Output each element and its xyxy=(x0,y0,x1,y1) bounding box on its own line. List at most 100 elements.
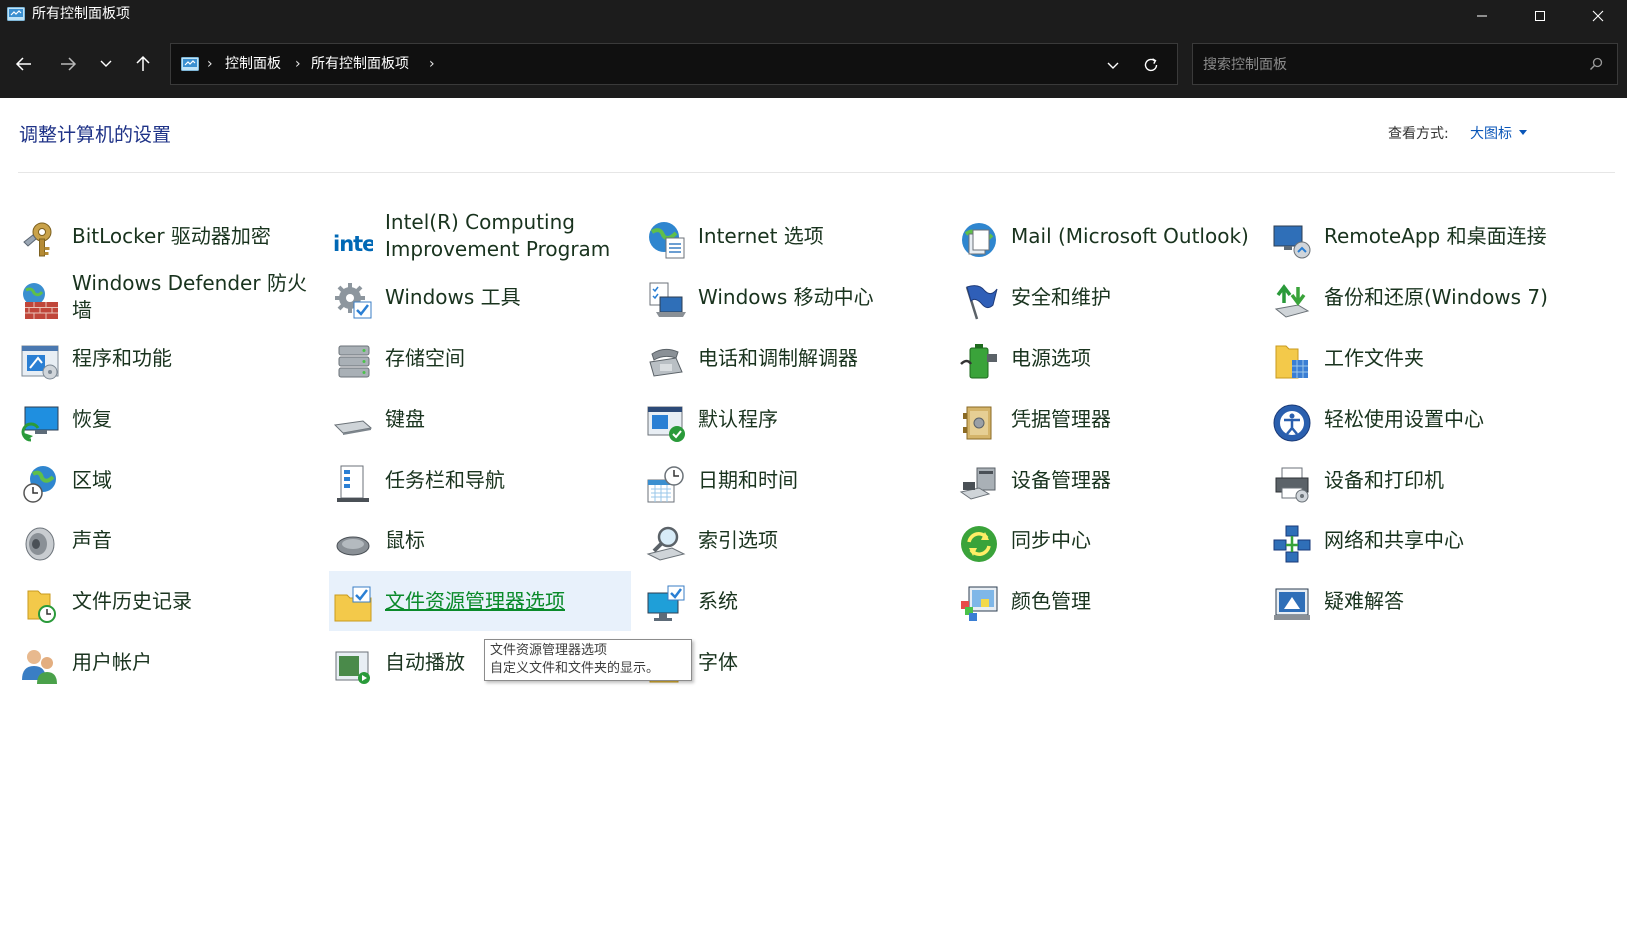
arrow-right-icon xyxy=(61,57,77,71)
cp-item-date-time[interactable]: 日期和时间 xyxy=(642,450,944,510)
cp-item-power-options[interactable]: 电源选项 xyxy=(955,328,1257,388)
cp-item-devices-printers[interactable]: 设备和打印机 xyxy=(1268,450,1570,510)
cp-item-label: Windows 工具 xyxy=(385,284,521,309)
cp-item-security-maintenance[interactable]: 安全和维护 xyxy=(955,267,1257,327)
cp-item-programs[interactable]: 程序和功能 xyxy=(16,328,318,388)
address-dropdown-icon[interactable] xyxy=(1103,55,1123,75)
cp-item-remoteapp[interactable]: RemoteApp 和桌面连接 xyxy=(1268,206,1570,266)
maximize-button[interactable] xyxy=(1511,0,1569,31)
search-input[interactable] xyxy=(1201,54,1585,76)
cp-item-storage-spaces[interactable]: 存储空间 xyxy=(329,328,631,388)
cp-item-label: 电话和调制解调器 xyxy=(698,345,858,370)
work-folder-icon xyxy=(1275,345,1308,379)
cp-item-keyboard[interactable]: 键盘 xyxy=(329,389,631,449)
cp-item-label: 鼠标 xyxy=(385,527,425,552)
cp-item-firewall[interactable]: Windows Defender 防火墙 xyxy=(16,267,318,327)
cp-item-bitlocker[interactable]: BitLocker 驱动器加密 xyxy=(16,206,318,266)
monitor-check-icon xyxy=(647,585,685,621)
cp-item-indexing[interactable]: 索引选项 xyxy=(642,510,944,570)
page-title: 调整计算机的设置 xyxy=(19,124,172,146)
breadcrumb-all-items[interactable]: 所有控制面板项 xyxy=(311,55,409,73)
folder-check-icon xyxy=(334,586,372,622)
search-box[interactable] xyxy=(1192,43,1618,85)
arrow-up-icon xyxy=(136,55,150,71)
search-icon[interactable] xyxy=(1588,56,1604,72)
storage-drives-icon xyxy=(338,345,370,378)
cp-item-mail[interactable]: Mail (Microsoft Outlook) xyxy=(955,206,1257,266)
close-icon xyxy=(1592,10,1604,21)
cp-item-default-programs[interactable]: 默认程序 xyxy=(642,389,944,449)
cp-item-taskbar[interactable]: 任务栏和导航 xyxy=(329,450,631,510)
recent-locations-button[interactable] xyxy=(93,51,119,77)
autoplay-icon xyxy=(335,651,370,684)
cp-item-recovery[interactable]: 恢复 xyxy=(16,389,318,449)
cp-item-color-management[interactable]: 颜色管理 xyxy=(955,571,1257,631)
cp-item-label: Windows Defender 防火墙 xyxy=(72,271,307,322)
cp-item-work-folders[interactable]: 工作文件夹 xyxy=(1268,328,1570,388)
dropdown-arrow-icon[interactable] xyxy=(1519,130,1527,136)
cp-item-label: 系统 xyxy=(698,588,738,613)
cp-item-device-manager[interactable]: 设备管理器 xyxy=(955,450,1257,510)
cp-item-label: 电源选项 xyxy=(1011,345,1091,370)
cp-item-explorer-options[interactable]: 文件资源管理器选项 xyxy=(329,571,631,631)
cp-item-troubleshooting[interactable]: 疑难解答 xyxy=(1268,571,1570,631)
ease-of-access-icon xyxy=(1273,404,1311,442)
color-palette-icon xyxy=(961,586,998,621)
cp-item-internet-options[interactable]: Internet 选项 xyxy=(642,206,944,266)
cp-item-user-accounts[interactable]: 用户帐户 xyxy=(16,632,318,692)
cp-item-region[interactable]: 区域 xyxy=(16,450,318,510)
network-icon xyxy=(1273,525,1311,563)
mail-globe-icon xyxy=(962,223,996,257)
cp-item-windows-tools[interactable]: Windows 工具 xyxy=(329,267,631,327)
cp-item-label: 颜色管理 xyxy=(1011,588,1091,613)
cp-item-label: 文件历史记录 xyxy=(72,588,192,613)
back-button[interactable] xyxy=(11,51,37,77)
control-panel-icon xyxy=(7,7,25,21)
refresh-icon[interactable] xyxy=(1141,55,1161,75)
cp-item-ease-of-access[interactable]: 轻松使用设置中心 xyxy=(1268,389,1570,449)
taskbar-icon xyxy=(337,465,369,502)
minimize-button[interactable] xyxy=(1453,0,1511,31)
cp-item-mobility-center[interactable]: Windows 移动中心 xyxy=(642,267,944,327)
breadcrumb-separator-icon[interactable]: › xyxy=(207,56,213,72)
cp-item-network-sharing[interactable]: 网络和共享中心 xyxy=(1268,510,1570,570)
view-by-dropdown[interactable]: 大图标 xyxy=(1470,124,1512,144)
cp-item-backup-restore[interactable]: 备份和还原(Windows 7) xyxy=(1268,267,1570,327)
cp-item-phone-modem[interactable]: 电话和调制解调器 xyxy=(642,328,944,388)
address-bar[interactable]: › 控制面板 › 所有控制面板项 › xyxy=(170,43,1178,85)
magnifier-index-icon xyxy=(646,526,686,561)
cp-item-sound[interactable]: 声音 xyxy=(16,510,318,570)
telephone-icon xyxy=(649,348,683,377)
cp-item-label: 轻松使用设置中心 xyxy=(1324,406,1484,431)
cp-item-intel-program[interactable]: intel Intel(R) Computing Improvement Pro… xyxy=(329,206,631,266)
up-button[interactable] xyxy=(130,51,156,77)
globe-clock-icon xyxy=(23,466,56,503)
cp-item-label: 备份和还原(Windows 7) xyxy=(1324,284,1548,309)
cp-item-label: Windows 移动中心 xyxy=(698,284,874,309)
arrow-left-icon xyxy=(15,57,31,71)
forward-button[interactable] xyxy=(55,51,81,77)
breadcrumb-separator-icon[interactable]: › xyxy=(295,56,301,72)
cp-item-label: 疑难解答 xyxy=(1324,588,1404,613)
cp-item-mouse[interactable]: 鼠标 xyxy=(329,510,631,570)
cp-item-label: 索引选项 xyxy=(698,527,778,552)
minimize-icon xyxy=(1477,15,1487,16)
maximize-icon xyxy=(1535,10,1545,21)
cp-item-credential-manager[interactable]: 凭据管理器 xyxy=(955,389,1257,449)
intel-logo-icon: intel xyxy=(333,232,373,256)
breadcrumb-control-panel[interactable]: 控制面板 xyxy=(225,55,281,73)
gear-tools-icon xyxy=(335,283,372,319)
bitlocker-key-icon xyxy=(23,222,52,257)
cp-item-label: 字体 xyxy=(698,649,738,674)
svg-text:intel: intel xyxy=(333,232,373,256)
cp-item-label: BitLocker 驱动器加密 xyxy=(72,223,271,248)
cp-item-label: 设备管理器 xyxy=(1011,467,1111,492)
cp-item-sync-center[interactable]: 同步中心 xyxy=(955,510,1257,570)
cp-item-file-history[interactable]: 文件历史记录 xyxy=(16,571,318,631)
cp-item-system[interactable]: 系统 xyxy=(642,571,944,631)
breadcrumb-separator-icon[interactable]: › xyxy=(429,56,435,72)
default-programs-icon xyxy=(647,406,685,442)
close-button[interactable] xyxy=(1569,0,1627,31)
speaker-icon xyxy=(25,527,55,561)
programs-window-icon xyxy=(21,345,59,380)
